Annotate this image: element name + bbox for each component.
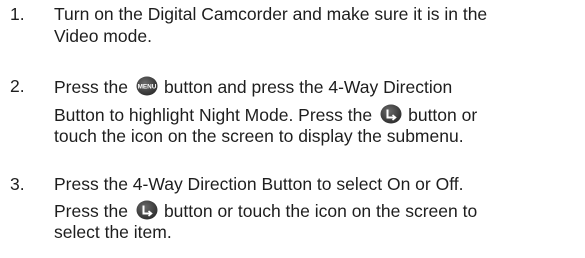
menu-button-icon: MENU bbox=[136, 76, 158, 96]
step-text: Button to highlight Night Mode. Press th… bbox=[54, 105, 373, 125]
step-text: Press the bbox=[54, 77, 128, 97]
ok-button-icon bbox=[136, 200, 158, 220]
step-text-line: Press the button or touch the icon on the… bbox=[54, 200, 477, 222]
menu-icon-label: MENU bbox=[138, 83, 157, 90]
step-text-line: Turn on the Digital Camcorder and make s… bbox=[54, 4, 488, 24]
step-number: 2. bbox=[10, 76, 25, 96]
step-text-line: Press the 4-Way Direction Button to sele… bbox=[54, 174, 464, 194]
step-number: 1. bbox=[10, 4, 25, 24]
step-text-line: Press the MENU button and press the 4-Way … bbox=[54, 76, 452, 98]
step-text-line: select the item. bbox=[54, 222, 172, 242]
step-text-line: Button to highlight Night Mode. Press th… bbox=[54, 104, 477, 126]
step-text: button or touch the icon on the screen t… bbox=[163, 201, 478, 221]
step-number: 3. bbox=[10, 174, 25, 194]
instruction-steps: 1. Turn on the Digital Camcorder and mak… bbox=[0, 0, 585, 258]
step-text: Press the bbox=[54, 201, 128, 221]
step-text: button and press the 4-Way Direction bbox=[163, 77, 453, 97]
step-text-line: touch the icon on the screen to display … bbox=[54, 126, 464, 146]
step-text: button or bbox=[408, 105, 478, 125]
ok-button-icon bbox=[380, 104, 402, 124]
step-text-line: Video mode. bbox=[54, 26, 152, 46]
